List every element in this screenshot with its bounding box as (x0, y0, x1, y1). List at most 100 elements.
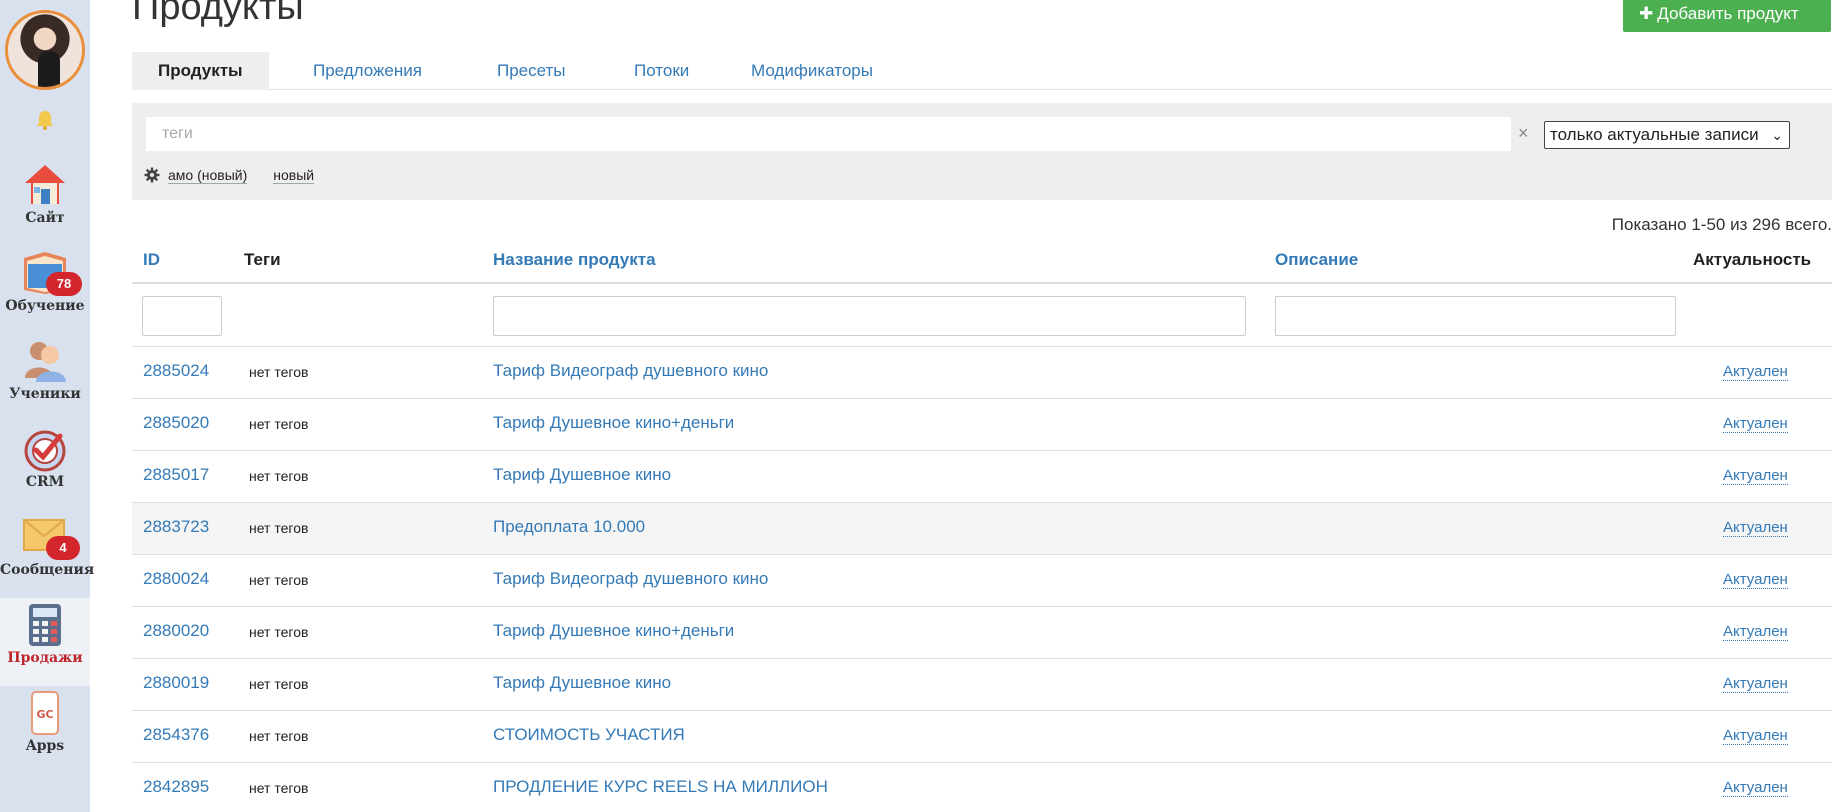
main-content: Продукты ✚ Добавить продукт Продукты Пред… (132, 0, 1832, 812)
phone-gc-icon: GC (31, 691, 59, 735)
product-tags: нет тегов (249, 416, 309, 432)
product-tags: нет тегов (249, 572, 309, 588)
table-row: 2885017 нет тегов Тариф Душевное кино Ак… (132, 451, 1832, 503)
product-status-link[interactable]: Актуален (1723, 675, 1788, 693)
calculator-icon (29, 604, 61, 646)
product-status-link[interactable]: Актуален (1723, 519, 1788, 537)
notification-badge: 78 (46, 272, 82, 296)
house-icon (25, 165, 65, 204)
product-name-link[interactable]: Тариф Душевное кино (493, 465, 671, 485)
status-select-value: только актуальные записи (1550, 125, 1759, 144)
product-status-link[interactable]: Актуален (1723, 571, 1788, 589)
product-status-link[interactable]: Актуален (1723, 623, 1788, 641)
product-name-link[interactable]: ПРОДЛЕНИЕ КУРС REELS НА МИЛЛИОН (493, 777, 828, 797)
table-row: 2885024 нет тегов Тариф Видеограф душевн… (132, 347, 1832, 399)
product-tags: нет тегов (249, 780, 309, 796)
chevron-down-icon: ⌄ (1771, 127, 1783, 143)
add-product-button[interactable]: ✚ Добавить продукт (1623, 0, 1831, 32)
tab-streams[interactable]: Потоки (608, 52, 715, 90)
sidebar-item-students[interactable]: Ученики (0, 334, 90, 422)
target-check-icon (24, 430, 66, 472)
sidebar-item-label: Обучение (5, 298, 85, 314)
add-product-label: Добавить продукт (1657, 4, 1799, 23)
product-tags: нет тегов (249, 728, 309, 744)
sidebar-item-messages[interactable]: 4 Сообщения (0, 510, 95, 598)
tag-search-input[interactable]: теги (146, 117, 1511, 151)
quick-tags: амо (новый) новый (144, 165, 340, 185)
tab-modifiers[interactable]: Модификаторы (725, 52, 899, 90)
id-filter-input[interactable] (142, 296, 222, 336)
avatar[interactable] (5, 10, 85, 90)
sidebar-item-sales[interactable]: Продажи (0, 598, 90, 686)
product-name-link[interactable]: Тариф Видеограф душевного кино (493, 569, 768, 589)
bell-icon[interactable] (33, 108, 57, 132)
product-tags: нет тегов (249, 676, 309, 692)
table-row: 2883723 нет тегов Предоплата 10.000 Акту… (132, 503, 1832, 555)
column-header-id[interactable]: ID (143, 250, 160, 270)
sidebar-item-crm[interactable]: CRM (0, 422, 90, 510)
product-tags: нет тегов (249, 624, 309, 640)
table-header: ID Теги Название продукта Описание Актуа… (132, 240, 1832, 284)
column-header-description[interactable]: Описание (1275, 250, 1358, 270)
quick-tag[interactable]: новый (273, 167, 315, 184)
product-id-link[interactable]: 2880020 (143, 621, 209, 641)
product-name-link[interactable]: Тариф Видеограф душевного кино (493, 361, 768, 381)
table-row: 2880019 нет тегов Тариф Душевное кино Ак… (132, 659, 1832, 711)
tab-offers[interactable]: Предложения (287, 52, 448, 90)
column-header-status: Актуальность (1693, 250, 1812, 269)
page-title: Продукты (132, 0, 304, 28)
tab-presets[interactable]: Пресеты (471, 52, 592, 90)
table-filter-row (132, 284, 1832, 347)
tab-products[interactable]: Продукты (132, 52, 269, 90)
products-table: ID Теги Название продукта Описание Актуа… (132, 240, 1832, 812)
product-id-link[interactable]: 2880019 (143, 673, 209, 693)
product-id-link[interactable]: 2885017 (143, 465, 209, 485)
plus-icon: ✚ (1639, 4, 1654, 23)
clear-tags-button[interactable]: × (1518, 123, 1529, 144)
product-id-link[interactable]: 2854376 (143, 725, 209, 745)
sidebar-item-label: Ученики (9, 386, 81, 402)
table-row: 2885020 нет тегов Тариф Душевное кино+де… (132, 399, 1832, 451)
sidebar-item-label: CRM (25, 474, 65, 490)
product-name-link[interactable]: СТОИМОСТЬ УЧАСТИЯ (493, 725, 685, 745)
product-status-link[interactable]: Актуален (1723, 727, 1788, 745)
table-row: 2842895 нет тегов ПРОДЛЕНИЕ КУРС REELS Н… (132, 763, 1832, 812)
sidebar-item-label: Apps (25, 738, 65, 754)
gear-icon[interactable] (144, 167, 160, 183)
tab-bar: Продукты Предложения Пресеты Потоки Моди… (132, 52, 1832, 90)
description-filter-input[interactable] (1275, 296, 1676, 336)
users-icon (25, 342, 66, 382)
left-sidebar: Сайт 78 Обучение Ученики CRM 4 Сообщения… (0, 0, 95, 812)
sidebar-item-site[interactable]: Сайт (0, 158, 90, 246)
product-name-link[interactable]: Тариф Душевное кино+деньги (493, 621, 734, 641)
product-name-link[interactable]: Тариф Душевное кино (493, 673, 671, 693)
product-tags: нет тегов (249, 468, 309, 484)
product-id-link[interactable]: 2842895 (143, 777, 209, 797)
product-id-link[interactable]: 2885024 (143, 361, 209, 381)
table-row: 2854376 нет тегов СТОИМОСТЬ УЧАСТИЯ Акту… (132, 711, 1832, 763)
product-status-link[interactable]: Актуален (1723, 363, 1788, 381)
quick-tag[interactable]: амо (новый) (168, 167, 248, 184)
table-row: 2880020 нет тегов Тариф Душевное кино+де… (132, 607, 1832, 659)
status-select[interactable]: только актуальные записи ⌄ (1544, 121, 1790, 149)
notification-badge: 4 (46, 536, 80, 560)
product-tags: нет тегов (249, 520, 309, 536)
name-filter-input[interactable] (493, 296, 1246, 336)
filter-panel: теги × только актуальные записи ⌄ амо (н… (132, 103, 1832, 200)
results-summary: Показано 1-50 из 296 всего. (1611, 215, 1832, 234)
sidebar-item-apps[interactable]: GC Apps (0, 686, 90, 774)
table-row: 2880024 нет тегов Тариф Видеограф душевн… (132, 555, 1832, 607)
sidebar-item-label: Сообщения (0, 562, 95, 578)
product-id-link[interactable]: 2883723 (143, 517, 209, 537)
product-id-link[interactable]: 2885020 (143, 413, 209, 433)
column-header-name[interactable]: Название продукта (493, 250, 656, 270)
product-id-link[interactable]: 2880024 (143, 569, 209, 589)
svg-text:GC: GC (36, 708, 53, 721)
product-status-link[interactable]: Актуален (1723, 467, 1788, 485)
product-name-link[interactable]: Тариф Душевное кино+деньги (493, 413, 734, 433)
sidebar-item-learning[interactable]: 78 Обучение (0, 246, 90, 334)
sidebar-item-label: Продажи (7, 650, 83, 666)
product-name-link[interactable]: Предоплата 10.000 (493, 517, 645, 537)
product-status-link[interactable]: Актуален (1723, 779, 1788, 797)
product-status-link[interactable]: Актуален (1723, 415, 1788, 433)
